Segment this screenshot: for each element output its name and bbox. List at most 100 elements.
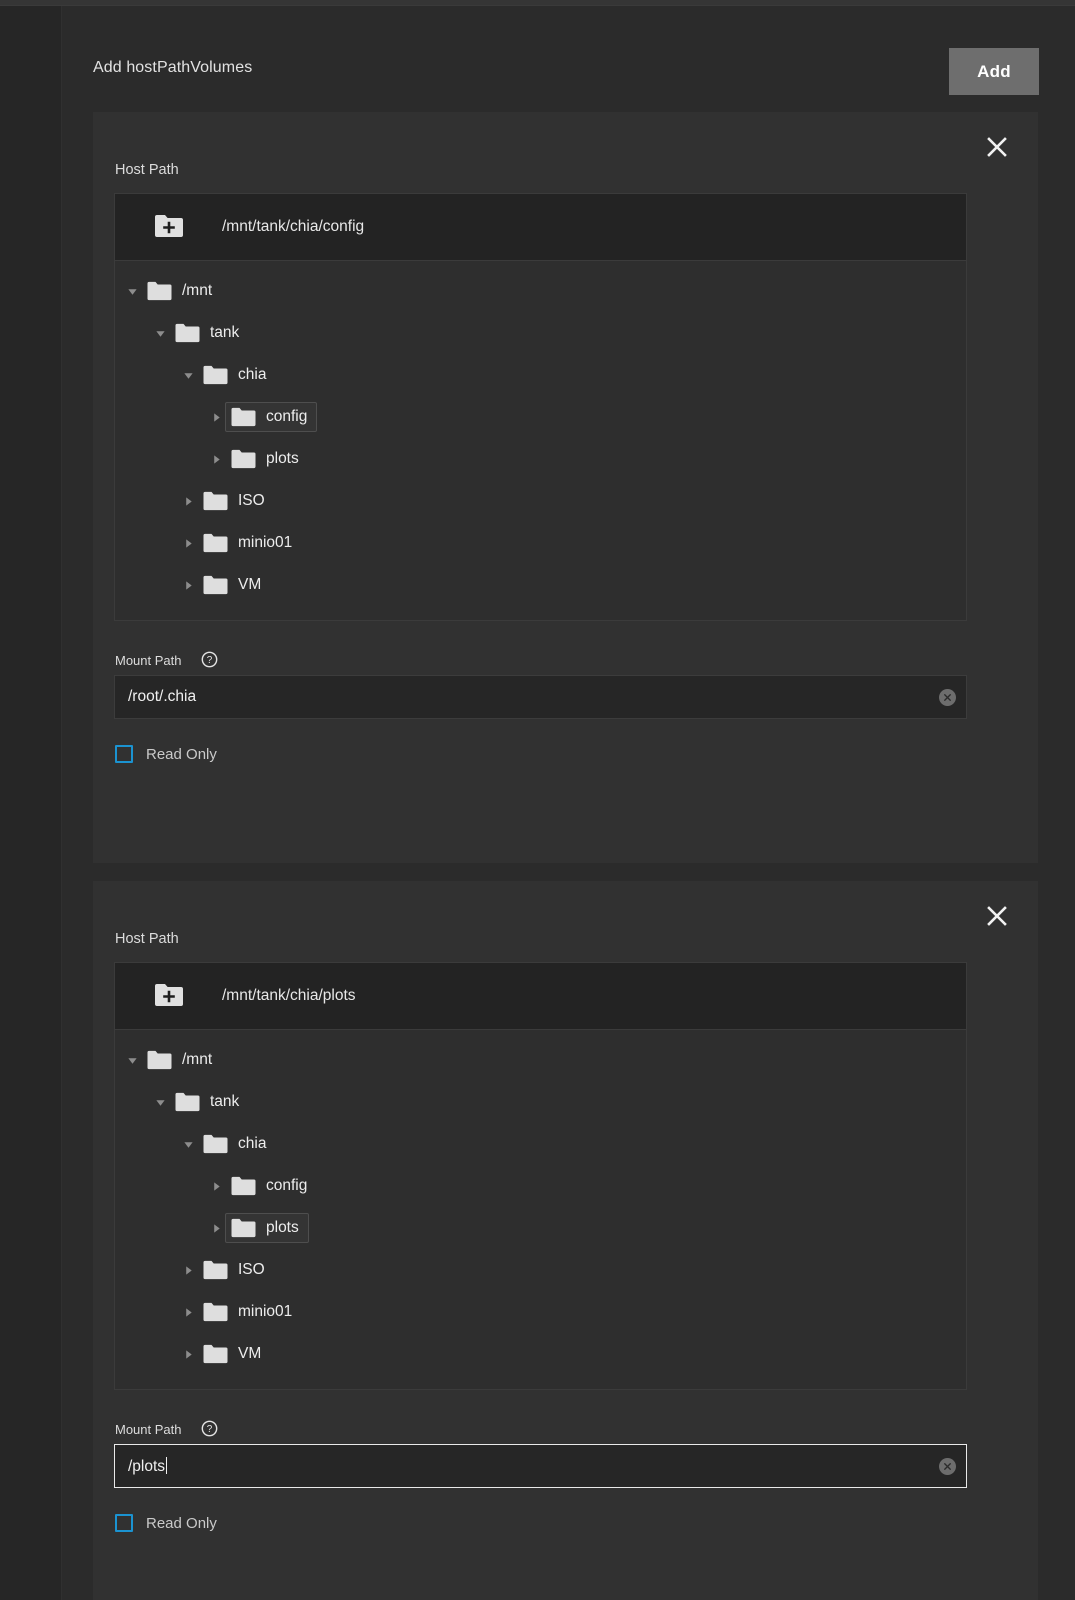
tree-node-content[interactable]: tank — [169, 318, 249, 348]
close-icon[interactable] — [980, 130, 1014, 164]
chevron-right-icon[interactable] — [179, 1249, 197, 1291]
mount-path-value: /root/.chia — [128, 688, 197, 705]
tree-node[interactable]: config — [115, 396, 966, 438]
folder-icon — [203, 365, 228, 385]
help-circle-icon[interactable]: ? — [201, 1420, 218, 1437]
left-sidebar-rail — [0, 6, 62, 1600]
tree-node[interactable]: tank — [115, 1081, 966, 1123]
folder-icon — [203, 575, 228, 595]
chevron-right-icon[interactable] — [207, 1207, 225, 1249]
tree-node-label: tank — [210, 324, 240, 341]
read-only-checkbox-row[interactable]: Read Only — [115, 745, 217, 763]
tree-node-label: config — [266, 1177, 308, 1194]
tree-node[interactable]: chia — [115, 1123, 966, 1165]
tree-node-label: ISO — [238, 492, 265, 509]
tree-node[interactable]: minio01 — [115, 522, 966, 564]
tree-node-content[interactable]: tank — [169, 1087, 249, 1117]
chevron-right-icon[interactable] — [207, 396, 225, 438]
tree-node[interactable]: ISO — [115, 1249, 966, 1291]
mount-path-input[interactable]: /root/.chia — [114, 675, 967, 719]
host-path-volume-card: Host Path/mnt/tank/chia/config/mnt tank ch… — [93, 112, 1038, 863]
new-folder-icon[interactable] — [154, 214, 184, 240]
folder-icon — [203, 1260, 228, 1280]
chevron-right-icon[interactable] — [179, 522, 197, 564]
read-only-label: Read Only — [146, 745, 217, 763]
mount-path-value: /plots — [128, 1456, 168, 1475]
tree-node-label: ISO — [238, 1261, 265, 1278]
tree-node-content[interactable]: plots — [225, 444, 309, 474]
tree-node[interactable]: VM — [115, 1333, 966, 1375]
folder-icon — [147, 1050, 172, 1070]
chevron-right-icon[interactable] — [179, 480, 197, 522]
tree-node[interactable]: plots — [115, 438, 966, 480]
tree-node[interactable]: VM — [115, 564, 966, 606]
chevron-down-icon[interactable] — [179, 354, 197, 396]
tree-node[interactable]: config — [115, 1165, 966, 1207]
tree-node-content[interactable]: config — [225, 402, 318, 432]
folder-icon — [203, 491, 228, 511]
form-header: Add hostPathVolumes Add — [93, 41, 1048, 95]
tree-node[interactable]: chia — [115, 354, 966, 396]
folder-icon — [203, 1302, 228, 1322]
chevron-down-icon[interactable] — [123, 1039, 141, 1081]
read-only-checkbox-row[interactable]: Read Only — [115, 1514, 217, 1532]
read-only-checkbox[interactable] — [115, 745, 133, 763]
tree-header-row: /mnt/tank/chia/plots — [115, 963, 966, 1030]
tree-node-content[interactable]: minio01 — [197, 1297, 302, 1327]
clear-input-icon[interactable] — [939, 1457, 956, 1475]
tree-node-content[interactable]: VM — [197, 570, 271, 600]
chevron-right-icon[interactable] — [207, 438, 225, 480]
host-path-tree: /mnt/tank/chia/config/mnt tank chia config p… — [114, 193, 967, 621]
svg-text:?: ? — [207, 655, 213, 666]
chevron-right-icon[interactable] — [179, 1333, 197, 1375]
chevron-down-icon[interactable] — [151, 1081, 169, 1123]
mount-path-label: Mount Path — [115, 1422, 182, 1437]
clear-input-icon[interactable] — [939, 688, 956, 706]
tree-node-label: plots — [266, 1219, 299, 1236]
tree-node-label: config — [266, 408, 308, 425]
tree-node-label: minio01 — [238, 534, 293, 551]
tree-node-content[interactable]: minio01 — [197, 528, 302, 558]
folder-icon — [175, 323, 200, 343]
add-button[interactable]: Add — [949, 48, 1039, 95]
mount-path-input[interactable]: /plots — [114, 1444, 967, 1488]
tree-node-list: /mnt tank chia config plots ISO minio01 VM — [115, 1030, 966, 1389]
folder-icon — [147, 281, 172, 301]
chevron-down-icon[interactable] — [151, 312, 169, 354]
tree-node-content[interactable]: /mnt — [141, 1045, 222, 1075]
tree-node-content[interactable]: ISO — [197, 1255, 275, 1285]
tree-node[interactable]: minio01 — [115, 1291, 966, 1333]
tree-node[interactable]: ISO — [115, 480, 966, 522]
tree-node-content[interactable]: config — [225, 1171, 317, 1201]
chevron-down-icon[interactable] — [179, 1123, 197, 1165]
help-circle-icon[interactable]: ? — [201, 651, 218, 668]
mount-path-label: Mount Path — [115, 653, 182, 668]
host-path-label: Host Path — [115, 162, 179, 178]
chevron-down-icon[interactable] — [123, 270, 141, 312]
folder-icon — [175, 1092, 200, 1112]
new-folder-icon[interactable] — [154, 983, 184, 1009]
tree-node[interactable]: /mnt — [115, 270, 966, 312]
selected-host-path-value: /mnt/tank/chia/plots — [222, 987, 356, 1004]
chevron-right-icon[interactable] — [179, 1291, 197, 1333]
folder-icon — [203, 1134, 228, 1154]
chevron-right-icon[interactable] — [179, 564, 197, 606]
folder-icon — [231, 449, 256, 469]
tree-node[interactable]: /mnt — [115, 1039, 966, 1081]
folder-icon — [231, 1176, 256, 1196]
tree-node-content[interactable]: chia — [197, 360, 276, 390]
read-only-checkbox[interactable] — [115, 1514, 133, 1532]
tree-node-content[interactable]: plots — [225, 1213, 309, 1243]
tree-node-label: chia — [238, 1135, 267, 1152]
tree-node-label: VM — [238, 1345, 262, 1362]
chevron-right-icon[interactable] — [207, 1165, 225, 1207]
close-icon[interactable] — [980, 899, 1014, 933]
tree-node[interactable]: plots — [115, 1207, 966, 1249]
tree-node-content[interactable]: ISO — [197, 486, 275, 516]
tree-node-content[interactable]: /mnt — [141, 276, 222, 306]
tree-node[interactable]: tank — [115, 312, 966, 354]
host-path-volume-card: Host Path/mnt/tank/chia/plots/mnt tank chi… — [93, 881, 1038, 1600]
tree-node-content[interactable]: VM — [197, 1339, 271, 1369]
folder-icon — [231, 407, 256, 427]
tree-node-content[interactable]: chia — [197, 1129, 276, 1159]
